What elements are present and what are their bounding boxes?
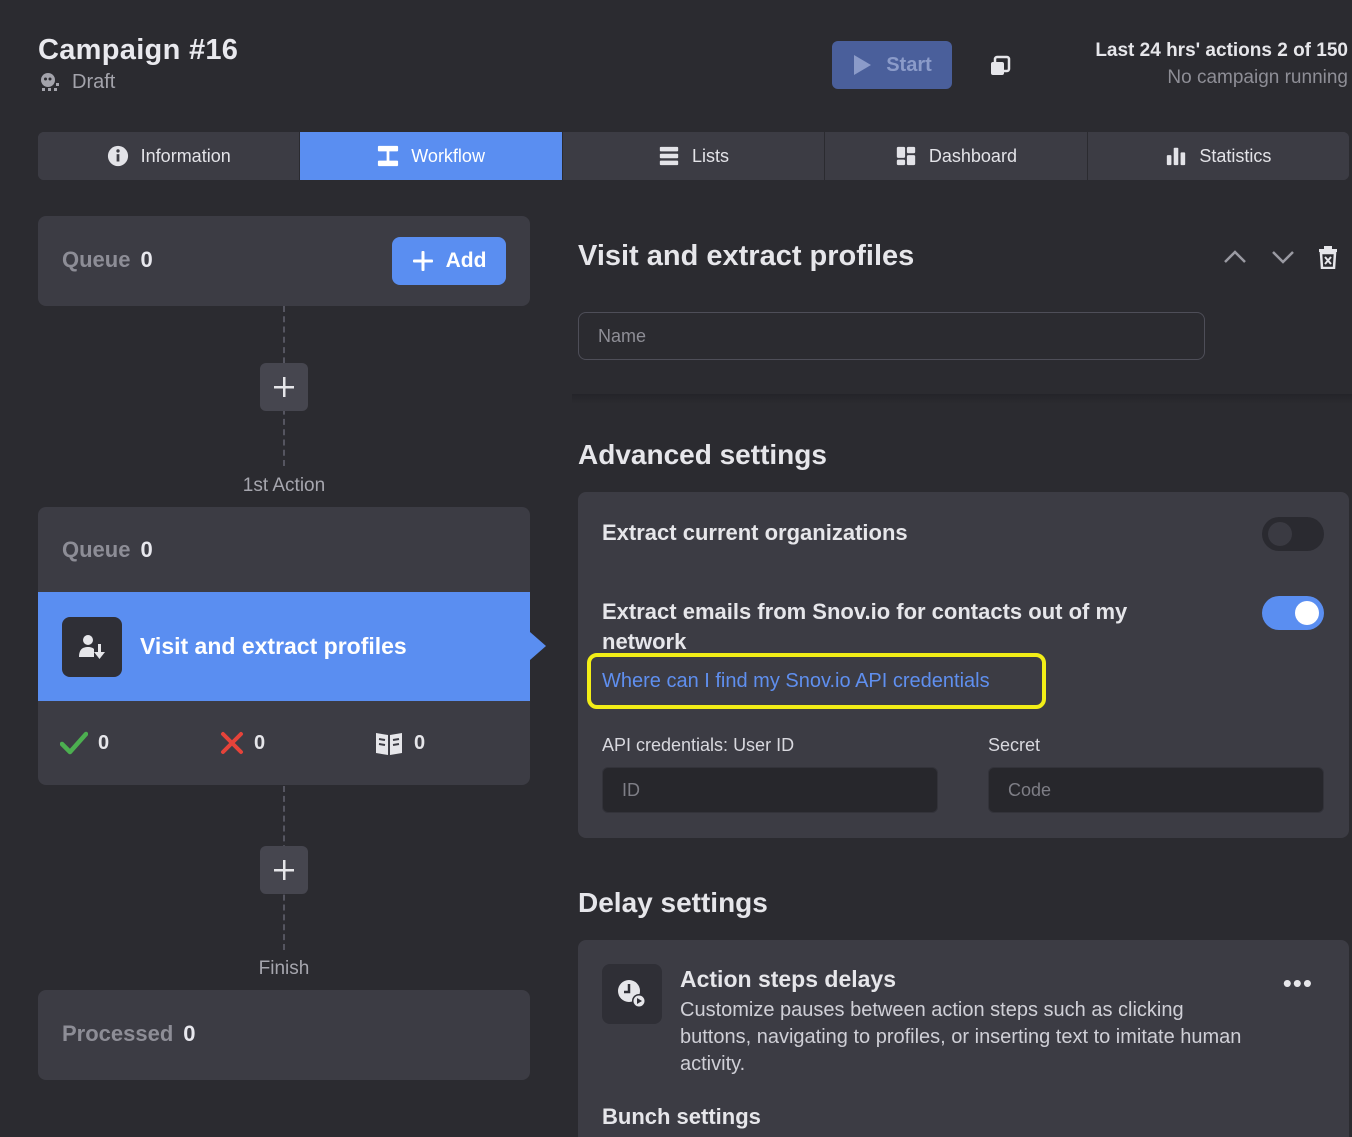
tab-label: Dashboard [928, 145, 1017, 166]
tab-statistics[interactable]: Statistics [1087, 132, 1349, 180]
success-count: 0 [60, 731, 109, 755]
tab-label: Workflow [411, 145, 485, 166]
info-icon [107, 145, 128, 167]
bunch-settings-title: Bunch settings [602, 1104, 761, 1129]
list-icon [659, 146, 679, 166]
action-controls [1222, 245, 1338, 269]
skipped-count: 0 [374, 730, 425, 756]
status-label: Draft [72, 70, 116, 93]
tab-label: Statistics [1199, 145, 1272, 166]
more-options-icon[interactable]: ••• [1283, 970, 1313, 996]
count-value: 0 [98, 731, 110, 754]
extract-emails-label: Extract emails from Snov.io for contacts… [602, 599, 1128, 654]
selection-pointer [530, 632, 546, 660]
action-card: Queue 0 Visit and extract profiles 0 0 0 [38, 507, 546, 785]
top-queue-card: Queue 0 Add [38, 216, 530, 306]
trash-icon[interactable] [1318, 245, 1338, 269]
delay-settings-title: Delay settings [578, 887, 768, 918]
delay-settings-card: Action steps delays Customize pauses bet… [578, 940, 1349, 1137]
section-divider [572, 394, 1352, 404]
draft-icon [41, 73, 59, 91]
advanced-settings-title: Advanced settings [578, 439, 827, 470]
action-counts: 0 0 0 [38, 701, 530, 785]
checkmark-icon [60, 731, 88, 755]
plus-icon [274, 860, 294, 880]
tab-lists[interactable]: Lists [562, 132, 826, 180]
delay-icon-box [602, 964, 662, 1024]
tab-information[interactable]: Information [38, 132, 301, 180]
plus-icon [412, 251, 433, 271]
queue-count: 0 [140, 537, 153, 562]
skip-icon [376, 733, 402, 755]
extract-orgs-label: Extract current organizations [602, 520, 908, 545]
advanced-settings-card: Extract current organizations Extract em… [578, 492, 1349, 838]
count-value: 0 [414, 731, 426, 754]
campaign-status: Draft [38, 70, 115, 94]
chevron-down-icon[interactable] [1270, 248, 1296, 266]
tab-workflow[interactable]: Workflow [300, 132, 563, 180]
processed-count: 0 [183, 1021, 196, 1046]
failed-count: 0 [220, 731, 265, 755]
action-detail-title: Visit and extract profiles [578, 240, 915, 272]
copy-icon [991, 55, 1011, 75]
action-title: Visit and extract profiles [140, 633, 407, 659]
add-button[interactable]: Add [392, 237, 506, 285]
duplicate-button[interactable] [986, 52, 1014, 80]
insert-step-button[interactable] [260, 846, 308, 894]
play-icon [854, 55, 872, 75]
clock-play-icon [618, 980, 646, 1008]
api-credentials-link[interactable]: Where can I find my Snov.io API credenti… [587, 653, 1046, 709]
plus-icon [274, 377, 294, 397]
secret-label: Secret [988, 735, 1041, 755]
actions-stat: Last 24 hrs' actions 2 of 150 [1095, 40, 1348, 61]
start-button[interactable]: Start [832, 41, 952, 89]
tab-dashboard[interactable]: Dashboard [825, 132, 1088, 180]
count-value: 0 [254, 731, 266, 754]
extract-emails-toggle[interactable] [1262, 596, 1324, 630]
action-delays-title: Action steps delays [680, 966, 897, 992]
action-name-input[interactable] [578, 312, 1205, 360]
extract-orgs-toggle[interactable] [1262, 517, 1324, 551]
running-status: No campaign running [1167, 67, 1348, 88]
queue-label: Queue [62, 247, 131, 272]
processed-label: Processed [62, 1021, 174, 1046]
start-label: Start [886, 53, 932, 76]
close-icon [221, 732, 243, 754]
processed-card: Processed 0 [38, 990, 530, 1080]
secret-input[interactable] [988, 767, 1324, 813]
first-action-caption: 1st Action [242, 475, 326, 496]
user-download-icon [79, 634, 105, 659]
toggle-knob [1295, 601, 1319, 625]
action-visit-extract[interactable]: Visit and extract profiles [38, 592, 546, 701]
dashboard-icon [896, 146, 916, 166]
chevron-up-icon[interactable] [1222, 248, 1248, 266]
queue-count: 0 [140, 247, 153, 272]
campaign-title: Campaign #16 [38, 34, 239, 66]
bar-chart-icon [1167, 147, 1186, 166]
tab-label: Lists [692, 145, 730, 166]
action-icon-box [62, 616, 122, 677]
action-delays-description: Customize pauses between action steps su… [680, 999, 1242, 1075]
queue-label: Queue [62, 537, 131, 562]
tab-label: Information [140, 145, 231, 166]
workflow-icon [378, 145, 399, 167]
toggle-knob [1268, 522, 1292, 546]
tab-bar: Information Workflow Lists Dashboard Sta… [38, 132, 1349, 180]
user-id-label: API credentials: User ID [602, 735, 795, 755]
insert-step-button[interactable] [260, 363, 308, 411]
user-id-input[interactable] [602, 767, 938, 813]
add-label: Add [445, 249, 487, 272]
finish-caption: Finish [258, 958, 310, 979]
